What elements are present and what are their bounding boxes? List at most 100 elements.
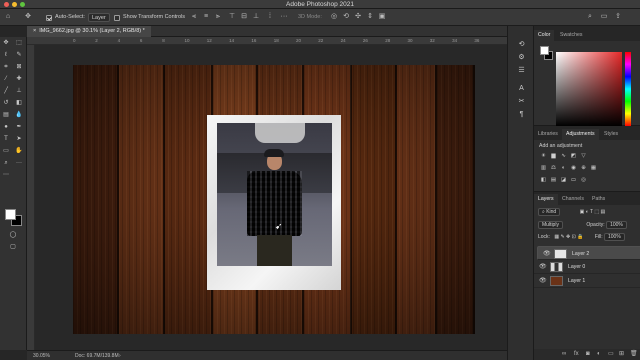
path-select-tool-icon[interactable]: ➤ — [15, 136, 23, 143]
filter-kind-dropdown[interactable]: ⌕ Kind — [538, 208, 561, 216]
rectangle-tool-icon[interactable]: ▭ — [2, 148, 10, 155]
document-tab[interactable]: × IMG_9662.jpg @ 30.1% (Layer 2, RGB/8) * — [27, 26, 151, 37]
invert-icon[interactable]: ◧ — [540, 177, 547, 183]
visibility-eye-icon[interactable]: 👁 — [539, 264, 547, 270]
lock-icons[interactable]: ▦ ✎ ✥ ⊡ 🔒 — [554, 234, 583, 240]
auto-select-dropdown[interactable]: Layer — [87, 13, 110, 22]
foreground-color-swatch[interactable] — [5, 209, 16, 220]
frame-tool-icon[interactable]: ⊠ — [15, 64, 23, 71]
dodge-tool-icon[interactable]: ● — [2, 124, 10, 131]
link-layers-icon[interactable]: ∞ — [562, 349, 566, 360]
tab-layers[interactable]: Layers — [534, 194, 558, 205]
share-icon[interactable]: ⇪ — [614, 13, 622, 21]
hue-slider[interactable] — [625, 52, 631, 126]
color-balance-icon[interactable]: ⚖ — [550, 165, 557, 171]
blend-mode-dropdown[interactable]: Multiply — [538, 221, 563, 229]
blur-tool-icon[interactable]: 💧 — [15, 112, 23, 119]
layer-row-0[interactable]: 👁 Layer 0 — [534, 260, 640, 274]
align-center-icon[interactable]: ≡ — [202, 13, 210, 21]
search-icon[interactable]: ⌕ — [586, 13, 594, 21]
align-bottom-icon[interactable]: ⊥ — [252, 13, 260, 21]
opacity-input[interactable]: 100% — [606, 221, 627, 229]
properties-panel-icon[interactable]: ☰ — [517, 66, 526, 75]
filter-icons[interactable]: ▣ ◐ T ⬚ ▤ — [580, 209, 606, 215]
history-brush-tool-icon[interactable]: ↺ — [2, 100, 10, 107]
color-lookup-icon[interactable]: ▦ — [590, 165, 597, 171]
gradient-map-icon[interactable]: ▭ — [570, 177, 577, 183]
curves-icon[interactable]: ∿ — [560, 153, 567, 159]
screen-mode-icon[interactable]: ▢ — [9, 244, 17, 251]
new-layer-icon[interactable]: ⊞ — [619, 349, 624, 360]
photo-filter-icon[interactable]: ◉ — [570, 165, 577, 171]
tab-adjustments[interactable]: Adjustments — [562, 129, 599, 140]
layer-name[interactable]: Layer 1 — [568, 274, 585, 288]
more-options-icon[interactable]: ··· — [280, 13, 288, 21]
levels-icon[interactable]: ▆ — [550, 153, 557, 159]
eraser-tool-icon[interactable]: ◧ — [15, 100, 23, 107]
type-tool-icon[interactable]: T — [2, 136, 10, 143]
slide-3d-icon[interactable]: ⇕ — [366, 13, 374, 21]
channel-mixer-icon[interactable]: ⊕ — [580, 165, 587, 171]
edit-toolbar-icon[interactable]: ⋯ — [2, 172, 10, 179]
distribute-icon[interactable]: ⁞ — [266, 13, 274, 21]
eyedropper-tool-icon[interactable]: ⁄ — [2, 76, 10, 83]
auto-select-checkbox[interactable] — [46, 14, 52, 21]
character-panel-icon[interactable]: A — [517, 84, 526, 93]
orbit-3d-icon[interactable]: ◎ — [330, 13, 338, 21]
layer-style-icon[interactable]: fx — [574, 349, 579, 360]
history-panel-icon[interactable]: ⟲ — [517, 40, 526, 49]
pen-tool-icon[interactable]: ✒ — [15, 124, 23, 131]
drag-3d-icon[interactable]: ✣ — [354, 13, 362, 21]
quick-mask-icon[interactable]: ◯ — [9, 232, 17, 239]
paths-panel-icon[interactable]: ✂ — [517, 97, 526, 106]
align-right-icon[interactable]: ⫸ — [214, 13, 222, 21]
fill-input[interactable]: 100% — [603, 233, 625, 241]
gradient-tool-icon[interactable]: ▤ — [2, 112, 10, 119]
workspace-icon[interactable]: ▭ — [600, 13, 608, 21]
visibility-eye-icon[interactable]: 👁 — [539, 278, 547, 284]
tab-styles[interactable]: Styles — [600, 129, 622, 140]
tab-channels[interactable]: Channels — [558, 194, 588, 205]
align-left-icon[interactable]: ⫷ — [190, 13, 198, 21]
layer-row-2[interactable]: 👁 Layer 2 — [537, 246, 640, 260]
zoom-tool-icon[interactable]: ⌕ — [2, 160, 10, 167]
spot-heal-tool-icon[interactable]: ✚ — [15, 76, 23, 83]
tab-swatches[interactable]: Swatches — [556, 30, 587, 41]
threshold-icon[interactable]: ◪ — [560, 177, 567, 183]
align-middle-icon[interactable]: ⊟ — [240, 13, 248, 21]
visibility-eye-icon[interactable]: 👁 — [543, 251, 551, 257]
canvas-area[interactable]: ➹ — [35, 45, 507, 350]
adjustment-layer-icon[interactable]: ◐ — [597, 349, 601, 360]
brightness-contrast-icon[interactable]: ☀ — [540, 153, 547, 159]
exposure-icon[interactable]: ◩ — [570, 153, 577, 159]
tab-color[interactable]: Color — [534, 30, 555, 41]
lasso-tool-icon[interactable]: ℓ — [2, 52, 10, 59]
hand-tool-icon[interactable]: ✋ — [15, 148, 23, 155]
black-white-icon[interactable]: ◐ — [560, 165, 567, 171]
zoom-level[interactable]: 30.05% — [33, 351, 50, 360]
glyphs-panel-icon[interactable]: ¶ — [517, 110, 526, 119]
hue-saturation-icon[interactable]: ▥ — [540, 165, 547, 171]
marquee-tool-icon[interactable]: ⬚ — [15, 40, 23, 47]
color-picker-field[interactable] — [556, 52, 622, 126]
layer-name[interactable]: Layer 2 — [572, 247, 589, 261]
delete-layer-icon[interactable]: 🗑 — [630, 349, 638, 360]
vibrance-icon[interactable]: ▽ — [580, 153, 587, 159]
move-tool-icon[interactable]: ✥ — [24, 13, 32, 21]
brush-tool-icon[interactable]: ╱ — [2, 88, 10, 95]
scale-3d-icon[interactable]: ▣ — [378, 13, 386, 21]
crop-tool-icon[interactable]: ⌗ — [2, 64, 10, 71]
show-transform-checkbox[interactable] — [114, 14, 120, 21]
roll-3d-icon[interactable]: ⟲ — [342, 13, 350, 21]
tab-paths[interactable]: Paths — [588, 194, 609, 205]
layer-name[interactable]: Layer 0 — [568, 260, 585, 274]
more-tools-icon[interactable]: ··· — [15, 160, 23, 167]
stamp-tool-icon[interactable]: ⊥ — [15, 88, 23, 95]
document-info[interactable]: Doc: 69.7M/139.8M — [75, 351, 119, 360]
quick-select-tool-icon[interactable]: ✎ — [15, 52, 23, 59]
align-top-icon[interactable]: ⊤ — [228, 13, 236, 21]
move-tool-icon[interactable]: ✥ — [2, 40, 10, 47]
brush-settings-icon[interactable]: ⚙ — [517, 53, 526, 62]
layer-row-1[interactable]: 👁 Layer 1 — [534, 274, 640, 288]
panel-foreground-color[interactable] — [540, 46, 549, 55]
